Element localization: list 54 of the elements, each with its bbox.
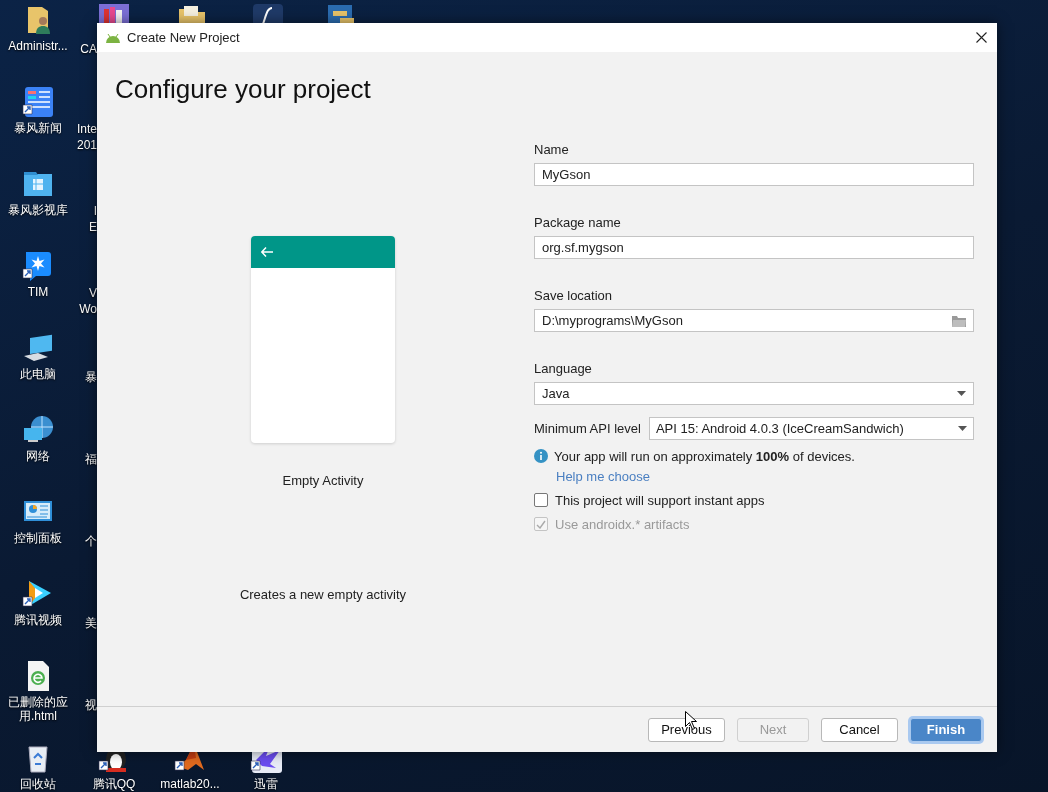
page-heading: Configure your project	[115, 74, 372, 104]
desktop-icon-label: 福	[85, 451, 97, 467]
info-text: Your app will run on approximately 100% of devices.	[554, 448, 855, 464]
android-icon	[105, 32, 121, 43]
desktop-icon-label: 回收站	[20, 777, 56, 791]
checkbox-label: This project will support instant apps	[555, 492, 765, 508]
desktop-icon-label: 美	[85, 615, 97, 631]
template-name: Empty Activity	[282, 473, 364, 488]
window-title: Create New Project	[127, 30, 241, 45]
text-input-field[interactable]: org.sf.mygson	[534, 236, 974, 259]
desktop-icon-label: Administr...	[8, 39, 68, 53]
checkbox[interactable]	[534, 493, 548, 507]
desktop-icon-label: 腾讯QQ	[92, 777, 136, 791]
field-label: Language	[534, 361, 593, 377]
dropdown-caret-icon	[958, 426, 967, 431]
text-input-field[interactable]: MyGson	[534, 163, 974, 186]
field-label: Package name	[534, 215, 622, 231]
back-arrow-icon	[261, 247, 273, 257]
desktop-icon-label: 腾讯视频	[14, 613, 62, 627]
computer-icon[interactable]	[22, 332, 54, 364]
desktop-icon-label: 迅雷	[254, 777, 278, 791]
template-description: Creates a new empty activity	[239, 587, 407, 602]
desktop-icon-label: 暴风影视库	[8, 203, 68, 217]
desktop-icon-label: 视	[85, 697, 97, 713]
dialog-button[interactable]: Previous	[648, 717, 725, 742]
dialog-button[interactable]: Finish	[910, 717, 982, 742]
desktop-icon-label: 控制面板	[14, 531, 62, 545]
document-list-icon[interactable]	[22, 86, 54, 118]
dropdown-caret-icon	[957, 391, 966, 396]
info-icon	[534, 449, 548, 463]
field-label: Name	[534, 142, 570, 158]
desktop-icon-label: 此电脑	[20, 367, 56, 381]
desktop-icon-label: 网络	[26, 449, 50, 463]
language-dropdown[interactable]: Java	[534, 382, 974, 405]
desktop-icon-label: I E	[89, 203, 97, 235]
desktop-icon-label: 个	[85, 533, 97, 549]
desktop-icon-label: CA	[80, 41, 97, 57]
desktop-icon-label: TIM	[27, 285, 49, 299]
activity-preview[interactable]	[251, 236, 395, 443]
desktop-icon-label: matlab20...	[160, 777, 220, 791]
help-link[interactable]: Help me choose	[556, 467, 650, 487]
desktop-icon-label: Inte 201	[76, 121, 97, 153]
dialog-button[interactable]: Cancel	[821, 717, 898, 742]
close-icon[interactable]	[976, 32, 987, 43]
checkbox-label: Use androidx.* artifacts	[555, 516, 690, 532]
star-chat-icon[interactable]	[22, 250, 54, 282]
path-input-field[interactable]: D:\myprograms\MyGson	[534, 309, 974, 332]
desktop-icon-label: 已删除的应用.html	[7, 695, 69, 723]
desktop-icon-label: 暴风新闻	[14, 121, 62, 135]
field-label: Minimum API level	[534, 421, 641, 436]
api-level-dropdown[interactable]: API 15: Android 4.0.3 (IceCreamSandwich)	[648, 417, 974, 440]
desktop-icon-label: 暴	[85, 369, 97, 385]
desktop-icon-label: V Wo	[79, 285, 97, 317]
field-label: Save location	[534, 288, 614, 304]
